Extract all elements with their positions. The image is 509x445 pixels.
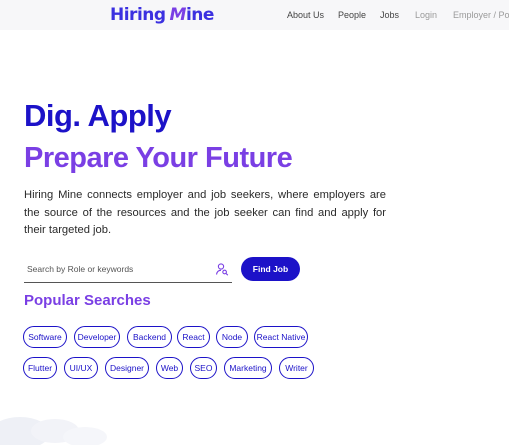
hero-subheadline: Prepare Your Future <box>24 142 293 174</box>
tag-writer[interactable]: Writer <box>279 357 314 379</box>
tag-react-native[interactable]: React Native <box>254 326 308 348</box>
tag-flutter[interactable]: Flutter <box>23 357 57 379</box>
tag-developer[interactable]: Developer <box>74 326 120 348</box>
hero-description: Hiring Mine connects employer and job se… <box>24 189 386 236</box>
find-job-button[interactable]: Find Job <box>241 257 300 281</box>
person-search-icon[interactable] <box>215 262 229 276</box>
nav-link-about-us[interactable]: About Us <box>287 10 324 20</box>
tag-web[interactable]: Web <box>156 357 183 379</box>
nav-link-people[interactable]: People <box>338 10 366 20</box>
search-bar <box>24 256 232 283</box>
tag-backend[interactable]: Backend <box>127 326 172 348</box>
tag-seo[interactable]: SEO <box>190 357 217 379</box>
top-navigation-bar: Hiring Mine About Us People Jobs Login E… <box>0 0 509 30</box>
tag-software[interactable]: Software <box>23 326 67 348</box>
hiring-mine-logo[interactable]: Hiring Mine <box>110 3 214 27</box>
logo-word-mine: Mine <box>169 5 215 25</box>
popular-searches-title: Popular Searches <box>24 292 151 309</box>
nav-link-login[interactable]: Login <box>415 10 437 20</box>
tag-designer[interactable]: Designer <box>105 357 149 379</box>
cloud-decoration <box>0 417 107 445</box>
search-input[interactable] <box>24 260 207 278</box>
tag-marketing[interactable]: Marketing <box>224 357 272 379</box>
tag-ui-ux[interactable]: UI/UX <box>64 357 98 379</box>
nav-link-employer-post[interactable]: Employer / Post <box>453 10 509 20</box>
popular-tags-row-2: Flutter UI/UX Designer Web SEO Marketing… <box>23 357 323 379</box>
tag-node[interactable]: Node <box>216 326 248 348</box>
tag-react[interactable]: React <box>177 326 210 348</box>
nav-link-jobs[interactable]: Jobs <box>380 10 399 20</box>
hero-headline: Dig. Apply <box>24 98 172 133</box>
logo-word-hiring: Hiring <box>110 5 166 25</box>
popular-tags-row-1: Software Developer Backend React Node Re… <box>23 326 323 348</box>
